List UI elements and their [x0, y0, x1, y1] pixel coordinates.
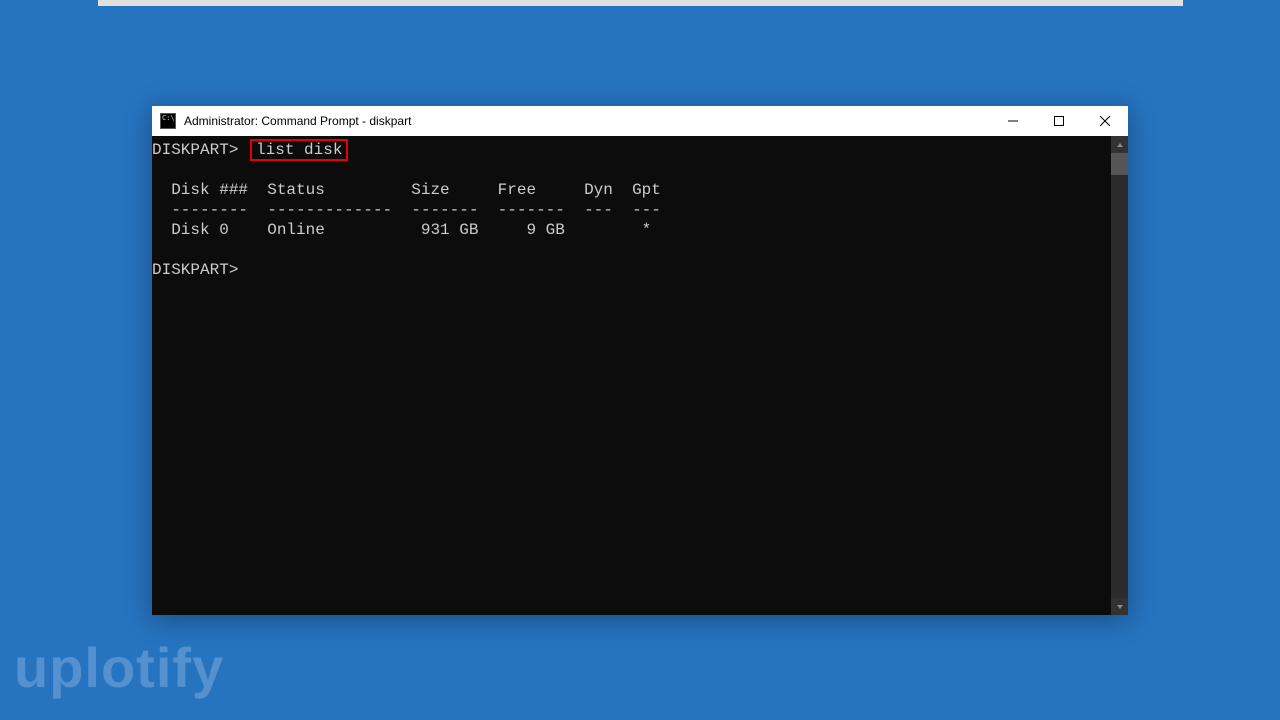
table-divider: -------- ------------- ------- ------- -…: [152, 201, 661, 219]
window-title: Administrator: Command Prompt - diskpart: [184, 114, 990, 128]
table-header: Disk ### Status Size Free Dyn Gpt: [152, 181, 661, 199]
close-button[interactable]: [1082, 106, 1128, 136]
terminal-area: DISKPART> list disk Disk ### Status Size…: [152, 136, 1128, 615]
titlebar[interactable]: Administrator: Command Prompt - diskpart: [152, 106, 1128, 136]
maximize-icon: [1054, 116, 1064, 126]
background-top-bar: [98, 0, 1183, 6]
terminal-output[interactable]: DISKPART> list disk Disk ### Status Size…: [152, 136, 1111, 615]
prompt-1: DISKPART>: [152, 141, 238, 159]
chevron-up-icon: [1116, 141, 1124, 149]
close-icon: [1100, 116, 1110, 126]
minimize-icon: [1008, 116, 1018, 126]
minimize-button[interactable]: [990, 106, 1036, 136]
scroll-up-button[interactable]: [1111, 136, 1128, 153]
scroll-down-button[interactable]: [1111, 598, 1128, 615]
vertical-scrollbar[interactable]: [1111, 136, 1128, 615]
command-highlight: list disk: [250, 139, 348, 161]
prompt-2: DISKPART>: [152, 261, 238, 279]
table-row: Disk 0 Online 931 GB 9 GB *: [152, 221, 651, 239]
maximize-button[interactable]: [1036, 106, 1082, 136]
chevron-down-icon: [1116, 603, 1124, 611]
scroll-thumb[interactable]: [1111, 153, 1128, 175]
command-prompt-window: Administrator: Command Prompt - diskpart…: [152, 106, 1128, 615]
watermark-text: uplotify: [14, 635, 224, 700]
window-controls: [990, 106, 1128, 136]
cmd-icon: [160, 113, 176, 129]
